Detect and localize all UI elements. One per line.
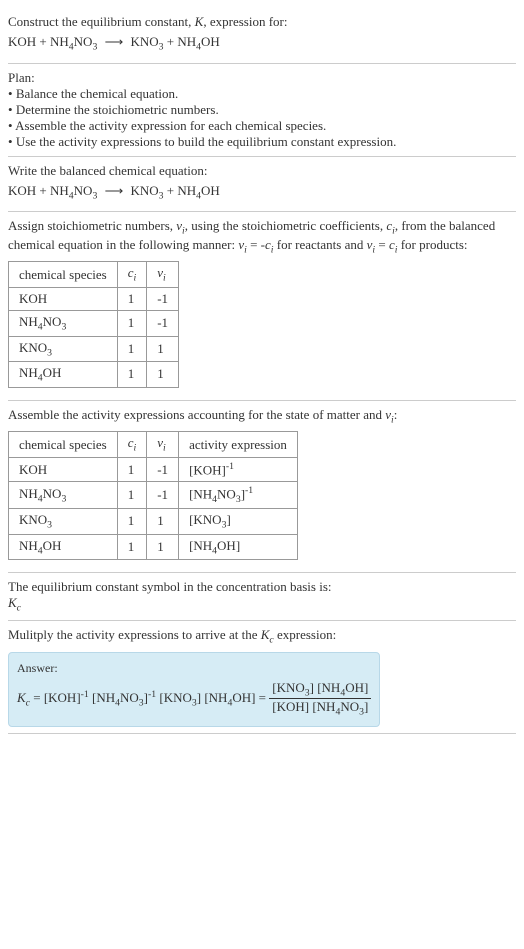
cell-ci: 1 bbox=[117, 509, 147, 535]
stoich-intro: Assign stoichiometric numbers, νi, using… bbox=[8, 218, 516, 255]
symbol-line2: Kc bbox=[8, 595, 516, 614]
cell-species: KOH bbox=[9, 287, 118, 310]
cell-vi: 1 bbox=[147, 509, 179, 535]
balanced-equation: KOH + NH4NO3 ⟶ KNO3 + NH4OH bbox=[8, 183, 516, 202]
col-vi: νi bbox=[147, 432, 179, 458]
cell-vi: -1 bbox=[147, 310, 179, 336]
activity-table: chemical species ci νi activity expressi… bbox=[8, 431, 298, 560]
cell-ci: 1 bbox=[117, 457, 147, 481]
table-row: KOH 1 -1 [KOH]-1 bbox=[9, 457, 298, 481]
answer-box: Answer: Kc = [KOH]-1 [NH4NO3]-1 [KNO3] [… bbox=[8, 652, 380, 727]
symbol-section: The equilibrium constant symbol in the c… bbox=[8, 573, 516, 621]
cell-species: NH4OH bbox=[9, 362, 118, 388]
cell-vi: 1 bbox=[147, 336, 179, 362]
table-row: KNO3 1 1 bbox=[9, 336, 179, 362]
cell-vi: -1 bbox=[147, 482, 179, 509]
cell-ci: 1 bbox=[117, 287, 147, 310]
header-line: Construct the equilibrium constant, K, e… bbox=[8, 14, 516, 30]
stoich-section: Assign stoichiometric numbers, νi, using… bbox=[8, 212, 516, 401]
col-species: chemical species bbox=[9, 432, 118, 458]
cell-vi: -1 bbox=[147, 457, 179, 481]
cell-ci: 1 bbox=[117, 310, 147, 336]
multiply-line: Mulitply the activity expressions to arr… bbox=[8, 627, 516, 646]
table-header-row: chemical species ci νi bbox=[9, 262, 179, 288]
col-vi: νi bbox=[147, 262, 179, 288]
plan-item: Determine the stoichiometric numbers. bbox=[8, 102, 516, 118]
col-ci: ci bbox=[117, 432, 147, 458]
cell-vi: -1 bbox=[147, 287, 179, 310]
activity-intro: Assemble the activity expressions accoun… bbox=[8, 407, 516, 426]
balanced-section: Write the balanced chemical equation: KO… bbox=[8, 157, 516, 213]
table-row: KOH 1 -1 bbox=[9, 287, 179, 310]
table-header-row: chemical species ci νi activity expressi… bbox=[9, 432, 298, 458]
table-row: NH4NO3 1 -1 bbox=[9, 310, 179, 336]
col-ci: ci bbox=[117, 262, 147, 288]
plan-title: Plan: bbox=[8, 70, 516, 86]
plan-list: Balance the chemical equation. Determine… bbox=[8, 86, 516, 150]
table-row: NH4OH 1 1 [NH4OH] bbox=[9, 534, 298, 560]
stoich-table: chemical species ci νi KOH 1 -1 NH4NO3 1… bbox=[8, 261, 179, 387]
cell-species: KNO3 bbox=[9, 336, 118, 362]
cell-ci: 1 bbox=[117, 482, 147, 509]
plan-section: Plan: Balance the chemical equation. Det… bbox=[8, 64, 516, 157]
table-row: NH4NO3 1 -1 [NH4NO3]-1 bbox=[9, 482, 298, 509]
cell-species: NH4OH bbox=[9, 534, 118, 560]
balanced-title: Write the balanced chemical equation: bbox=[8, 163, 516, 179]
cell-activity: [KOH]-1 bbox=[179, 457, 298, 481]
plan-item: Balance the chemical equation. bbox=[8, 86, 516, 102]
cell-activity: [NH4NO3]-1 bbox=[179, 482, 298, 509]
cell-vi: 1 bbox=[147, 362, 179, 388]
plan-item: Assemble the activity expression for eac… bbox=[8, 118, 516, 134]
multiply-section: Mulitply the activity expressions to arr… bbox=[8, 621, 516, 734]
answer-expression: Kc = [KOH]-1 [NH4NO3]-1 [KNO3] [NH4OH] =… bbox=[17, 680, 371, 718]
col-activity: activity expression bbox=[179, 432, 298, 458]
cell-species: NH4NO3 bbox=[9, 482, 118, 509]
table-row: NH4OH 1 1 bbox=[9, 362, 179, 388]
cell-activity: [KNO3] bbox=[179, 509, 298, 535]
cell-species: NH4NO3 bbox=[9, 310, 118, 336]
header-equation: KOH + NH4NO3 ⟶ KNO3 + NH4OH bbox=[8, 34, 516, 53]
cell-vi: 1 bbox=[147, 534, 179, 560]
cell-species: KNO3 bbox=[9, 509, 118, 535]
cell-activity: [NH4OH] bbox=[179, 534, 298, 560]
table-row: KNO3 1 1 [KNO3] bbox=[9, 509, 298, 535]
header-section: Construct the equilibrium constant, K, e… bbox=[8, 8, 516, 64]
activity-section: Assemble the activity expressions accoun… bbox=[8, 401, 516, 574]
cell-ci: 1 bbox=[117, 336, 147, 362]
cell-ci: 1 bbox=[117, 362, 147, 388]
col-species: chemical species bbox=[9, 262, 118, 288]
answer-label: Answer: bbox=[17, 661, 371, 676]
plan-item: Use the activity expressions to build th… bbox=[8, 134, 516, 150]
cell-ci: 1 bbox=[117, 534, 147, 560]
cell-species: KOH bbox=[9, 457, 118, 481]
symbol-line1: The equilibrium constant symbol in the c… bbox=[8, 579, 516, 595]
